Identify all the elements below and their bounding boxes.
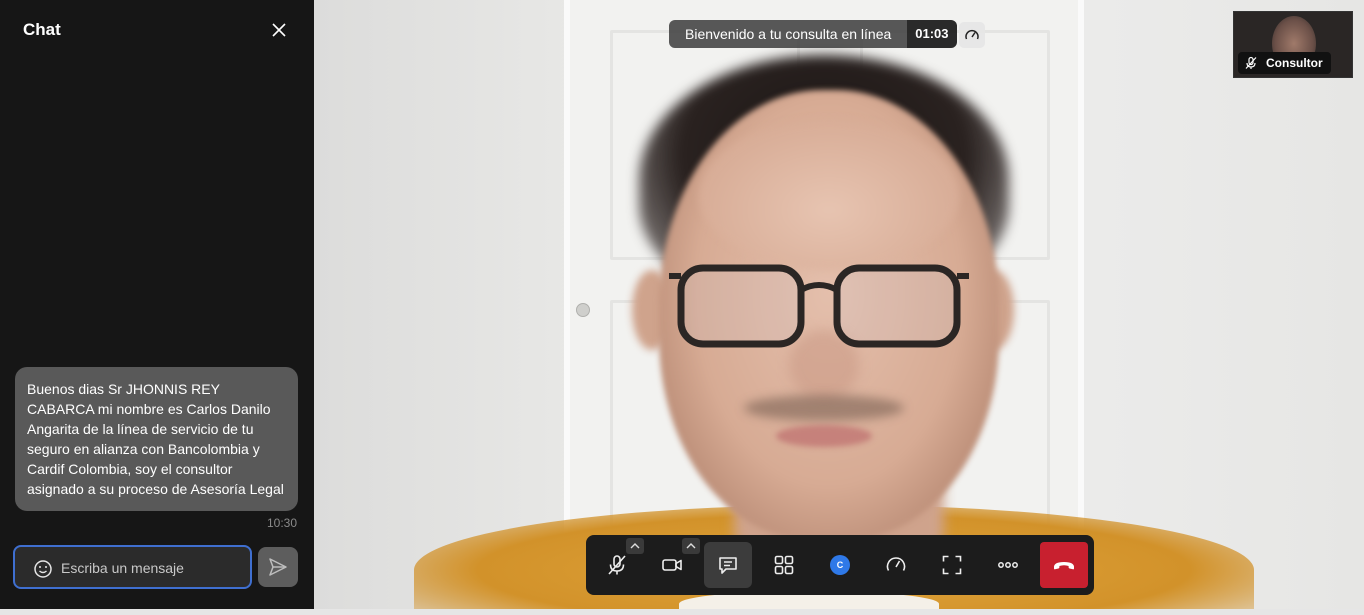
- self-video-thumbnail[interactable]: Consultor: [1233, 11, 1353, 78]
- send-button[interactable]: [258, 547, 298, 587]
- send-icon: [269, 558, 287, 576]
- layout-button[interactable]: [761, 542, 807, 588]
- chat-message-time: 10:30: [267, 516, 298, 530]
- remote-video: [314, 0, 1364, 615]
- chat-title: Chat: [23, 20, 61, 39]
- camera-options-button[interactable]: [682, 538, 700, 554]
- chevron-up-icon: [686, 543, 696, 549]
- speedometer-icon: [965, 29, 979, 40]
- chat-bubble-icon: [719, 557, 737, 574]
- self-view-name: Consultor: [1266, 56, 1323, 70]
- fullscreen-icon: [942, 555, 962, 575]
- chevron-up-icon: [630, 543, 640, 549]
- video-camera-icon: [662, 559, 682, 571]
- chat-message-text: Buenos dias Sr JHONNIS REY CABARCA mi no…: [27, 381, 284, 497]
- welcome-text: Bienvenido a tu consulta en línea: [669, 20, 908, 48]
- message-input[interactable]: [61, 557, 241, 579]
- call-banner: Bienvenido a tu consulta en línea 01:03: [669, 20, 957, 48]
- call-control-bar: C: [586, 535, 1094, 595]
- mic-off-icon: [1245, 56, 1257, 69]
- close-chat-button[interactable]: [268, 19, 290, 41]
- more-dots-icon: [998, 562, 1018, 568]
- person-mouth: [776, 425, 872, 447]
- mic-off-icon: [608, 555, 626, 575]
- person-mustache: [744, 395, 904, 421]
- phone-hangup-icon: [1054, 562, 1074, 570]
- message-input-container: [13, 545, 252, 589]
- connection-quality-button[interactable]: [873, 542, 919, 588]
- page-bottom-edge: [0, 609, 1364, 615]
- person-forehead: [699, 120, 959, 270]
- hang-up-button[interactable]: [1040, 542, 1088, 588]
- chat-toggle-button[interactable]: [704, 542, 752, 588]
- speedometer-icon: [886, 557, 906, 571]
- avatar-icon: C: [830, 555, 850, 575]
- fullscreen-button[interactable]: [929, 542, 975, 588]
- avatar-initial: C: [836, 560, 844, 570]
- network-quality-button[interactable]: [959, 22, 985, 48]
- grid-icon: [774, 555, 794, 575]
- more-options-button[interactable]: [985, 542, 1031, 588]
- door-knob: [576, 303, 590, 317]
- person-glasses: [669, 264, 969, 348]
- self-view-label: Consultor: [1238, 52, 1331, 74]
- emoji-button[interactable]: [33, 559, 53, 579]
- microphone-options-button[interactable]: [626, 538, 644, 554]
- close-icon: [272, 23, 286, 37]
- chat-message-bubble: Buenos dias Sr JHONNIS REY CABARCA mi no…: [15, 367, 298, 511]
- participant-avatar-button[interactable]: C: [817, 542, 863, 588]
- call-timer: 01:03: [907, 20, 957, 48]
- emoji-icon: [34, 560, 52, 578]
- chat-panel: Chat Buenos dias Sr JHONNIS REY CABARCA …: [0, 0, 314, 615]
